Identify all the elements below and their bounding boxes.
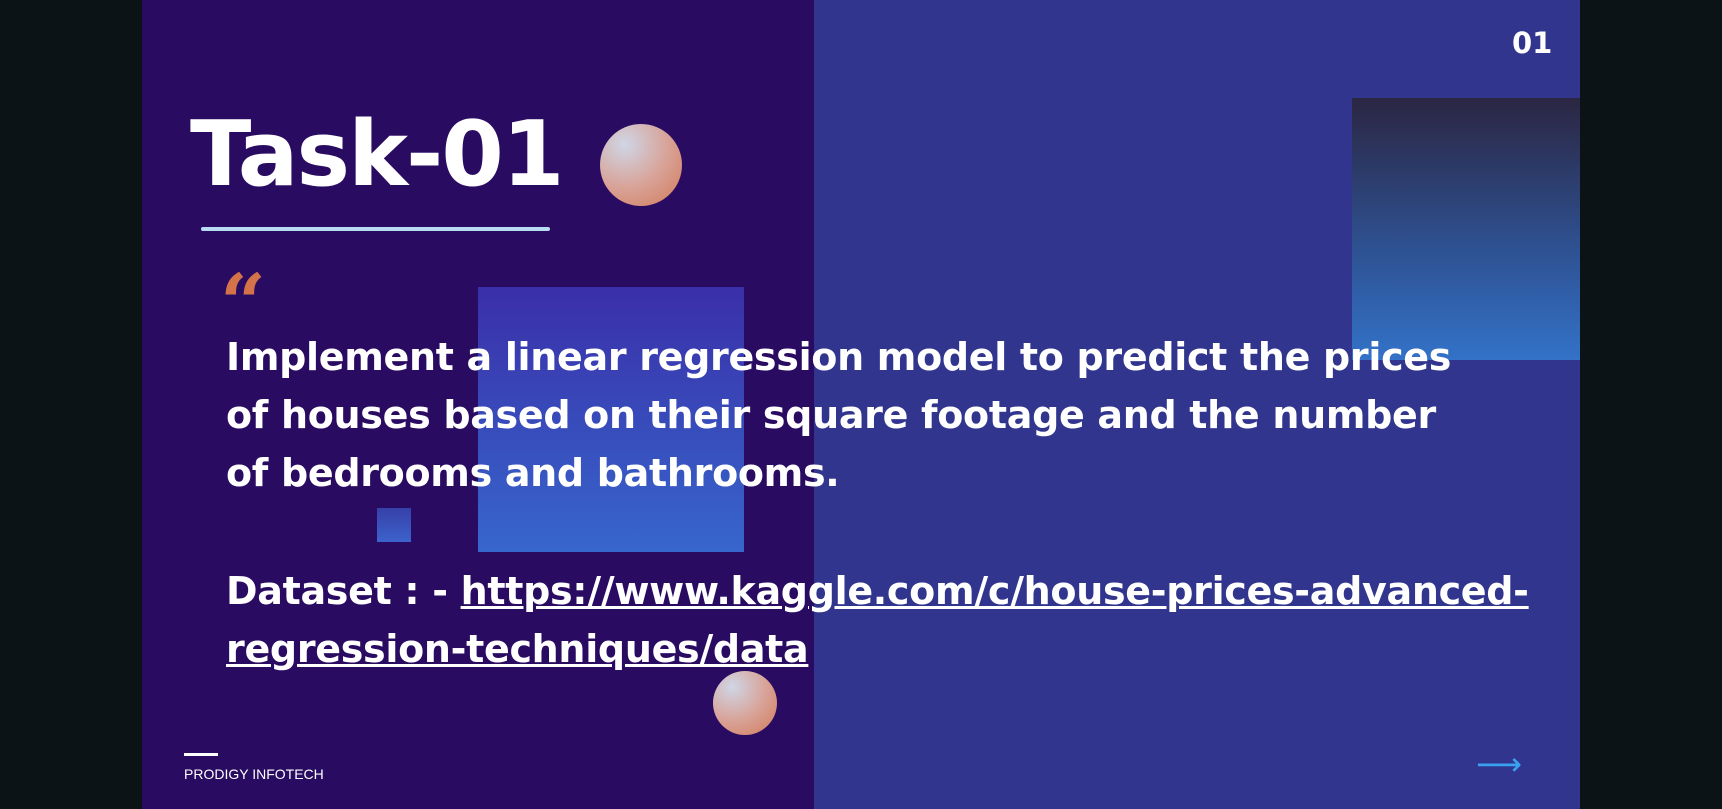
decorative-orb-bottom — [713, 671, 777, 735]
slide: 01 Task-01 “ Implement a linear regressi… — [142, 0, 1580, 809]
page-number: 01 — [1512, 26, 1553, 60]
footer-brand: PRODIGY INFOTECH — [184, 766, 324, 782]
slide-title: Task-01 — [190, 102, 565, 207]
title-underline — [201, 227, 550, 231]
decorative-gradient-square — [1352, 98, 1580, 360]
decorative-orb-top — [600, 124, 682, 206]
footer-dash — [184, 753, 218, 756]
dataset-line: Dataset : - https://www.kaggle.com/c/hou… — [226, 562, 1556, 678]
dataset-label: Dataset : - — [226, 569, 461, 613]
arrow-right-icon[interactable]: ⟶ — [1476, 748, 1522, 780]
task-description: Implement a linear regression model to p… — [226, 335, 1452, 495]
decorative-small-square — [377, 508, 411, 542]
